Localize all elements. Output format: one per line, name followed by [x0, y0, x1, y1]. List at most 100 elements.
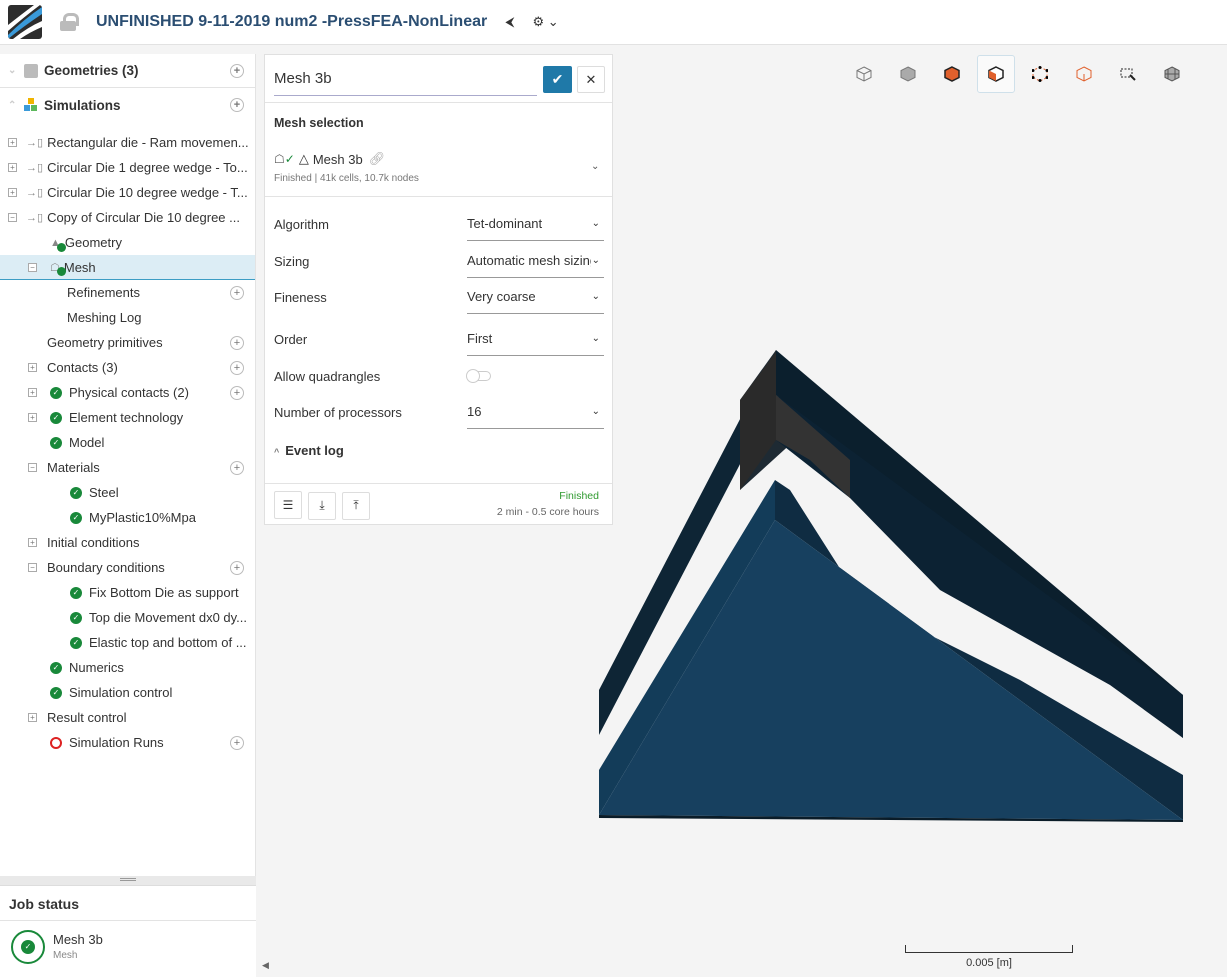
expand-icon[interactable]: +: [8, 188, 17, 197]
select-points-icon[interactable]: [1021, 55, 1059, 93]
tree-item[interactable]: − Boundary conditions +: [0, 555, 255, 580]
tree-item[interactable]: ✓ Elastic top and bottom of ...: [0, 630, 255, 655]
share-icon[interactable]: ⮜: [505, 14, 514, 30]
processors-label: Number of processors: [274, 404, 402, 420]
add-button[interactable]: +: [230, 335, 244, 350]
chevron-down-icon: ⌄: [591, 291, 600, 302]
select-edges-icon[interactable]: [1065, 55, 1103, 93]
panel-resize-handle[interactable]: [0, 876, 256, 885]
check-icon: ✓: [70, 586, 82, 599]
model-viewport[interactable]: [590, 340, 1200, 830]
check-icon: ✓: [50, 411, 62, 424]
check-icon: ✓: [50, 686, 62, 699]
allow-quadrangles-label: Allow quadrangles: [274, 368, 381, 384]
gear-icon[interactable]: ⚙ ⌄: [532, 14, 558, 30]
simulation-icon: →▯: [26, 137, 44, 149]
collapse-icon[interactable]: −: [28, 563, 37, 572]
mesh-name-input[interactable]: Mesh 3b: [274, 63, 537, 96]
expand-icon[interactable]: +: [28, 713, 37, 722]
tree-item[interactable]: Geometry primitives +: [0, 330, 255, 355]
setting-value: Very coarse: [467, 289, 536, 304]
select-faces-icon[interactable]: [977, 55, 1015, 93]
expand-icon[interactable]: +: [8, 138, 17, 147]
mesh-icon: ☖✓: [274, 152, 295, 166]
tree-item[interactable]: Meshing Log: [0, 305, 255, 330]
setting-select[interactable]: Automatic mesh sizing ⌄: [467, 244, 604, 278]
app-logo[interactable]: [8, 5, 42, 39]
check-icon: ✓: [70, 611, 82, 624]
lock-icon: [60, 13, 79, 31]
expand-icon[interactable]: +: [28, 388, 37, 397]
setting-row: Algorithm Tet-dominant ⌄: [274, 206, 604, 242]
simulations-label: Simulations: [44, 97, 121, 113]
tree-item[interactable]: − ☖ Mesh: [0, 255, 255, 280]
tree-item[interactable]: + →▯ Rectangular die - Ram movemen...: [0, 130, 255, 155]
tree-item[interactable]: + ✓ Physical contacts (2) +: [0, 380, 255, 405]
wireframe-view-icon[interactable]: [845, 55, 883, 93]
tree-item[interactable]: ✓ Simulation control: [0, 680, 255, 705]
simulations-section[interactable]: ⌃ Simulations +: [0, 88, 255, 122]
setting-select[interactable]: Tet-dominant ⌄: [467, 207, 604, 241]
tree-item[interactable]: ▲ Geometry: [0, 230, 255, 255]
add-button[interactable]: +: [230, 285, 244, 300]
collapse-left-icon[interactable]: ◀: [262, 960, 269, 971]
add-button[interactable]: +: [230, 460, 244, 475]
setting-label: Order: [274, 331, 308, 347]
mesh-selection-item[interactable]: ☖✓ △ Mesh 3b 🔗︎: [274, 151, 385, 167]
setting-select[interactable]: First ⌄: [467, 322, 604, 356]
link-icon[interactable]: 🔗︎: [369, 151, 386, 167]
tree-item[interactable]: ✓ Top die Movement dx0 dy...: [0, 605, 255, 630]
tree-item[interactable]: ✓ Steel: [0, 480, 255, 505]
tree-item[interactable]: ✓ Model: [0, 430, 255, 455]
chevron-down-icon[interactable]: ⌄: [591, 161, 599, 172]
solid-view-icon[interactable]: [889, 55, 927, 93]
close-button[interactable]: ✕: [577, 66, 605, 93]
tree-item[interactable]: ✓ MyPlastic10%Mpa: [0, 505, 255, 530]
tree-item[interactable]: + Result control: [0, 705, 255, 730]
tree-item[interactable]: + Contacts (3) +: [0, 355, 255, 380]
tree-item-label: Initial conditions: [47, 535, 140, 550]
event-log-toggle[interactable]: ^ Event log: [274, 443, 344, 458]
add-button[interactable]: +: [230, 385, 244, 400]
collapse-icon[interactable]: −: [28, 463, 37, 472]
setting-row: Fineness Very coarse ⌄: [274, 279, 604, 315]
collapse-icon[interactable]: −: [8, 213, 17, 222]
tree-item[interactable]: ✓ Numerics: [0, 655, 255, 680]
download-icon[interactable]: ⤓: [308, 491, 336, 520]
chevron-down-icon[interactable]: ⌄: [8, 65, 24, 76]
upload-icon[interactable]: ⤒: [342, 491, 370, 520]
chevron-up-icon[interactable]: ⌃: [8, 100, 24, 111]
select-volumes-icon[interactable]: [933, 55, 971, 93]
tree-item[interactable]: + ✓ Element technology: [0, 405, 255, 430]
setting-select[interactable]: Very coarse ⌄: [467, 280, 604, 314]
job-name[interactable]: Mesh 3b: [53, 932, 103, 947]
tree-item[interactable]: − →▯ Copy of Circular Die 10 degree ...: [0, 205, 255, 230]
box-select-icon[interactable]: [1109, 55, 1147, 93]
tree-item-label: Refinements: [67, 285, 140, 300]
mesh-view-icon[interactable]: [1153, 55, 1191, 93]
geometries-section[interactable]: ⌄ Geometries (3) +: [0, 54, 255, 88]
add-simulation-button[interactable]: +: [230, 98, 244, 112]
processors-select[interactable]: 16 ⌄: [467, 395, 604, 429]
tree-item[interactable]: + →▯ Circular Die 10 degree wedge - T...: [0, 180, 255, 205]
list-icon[interactable]: ☰: [274, 491, 302, 519]
add-button[interactable]: +: [230, 560, 244, 575]
tree-item[interactable]: Simulation Runs +: [0, 730, 255, 755]
tree-item[interactable]: − Materials +: [0, 455, 255, 480]
expand-icon[interactable]: +: [28, 363, 37, 372]
tree-item[interactable]: ✓ Fix Bottom Die as support: [0, 580, 255, 605]
add-button[interactable]: +: [230, 360, 244, 375]
expand-icon[interactable]: +: [28, 538, 37, 547]
tree-item[interactable]: + →▯ Circular Die 1 degree wedge - To...: [0, 155, 255, 180]
confirm-button[interactable]: ✔: [543, 66, 572, 93]
tree-item[interactable]: Refinements +: [0, 280, 255, 305]
expand-icon[interactable]: +: [28, 413, 37, 422]
add-geometry-button[interactable]: +: [230, 64, 244, 78]
expand-icon[interactable]: +: [8, 163, 17, 172]
collapse-icon[interactable]: −: [28, 262, 37, 272]
allow-quadrangles-toggle[interactable]: [466, 369, 491, 383]
add-button[interactable]: +: [230, 735, 244, 750]
tree-item[interactable]: + Initial conditions: [0, 530, 255, 555]
setting-label: Fineness: [274, 289, 327, 305]
check-icon: ✓: [50, 386, 62, 399]
